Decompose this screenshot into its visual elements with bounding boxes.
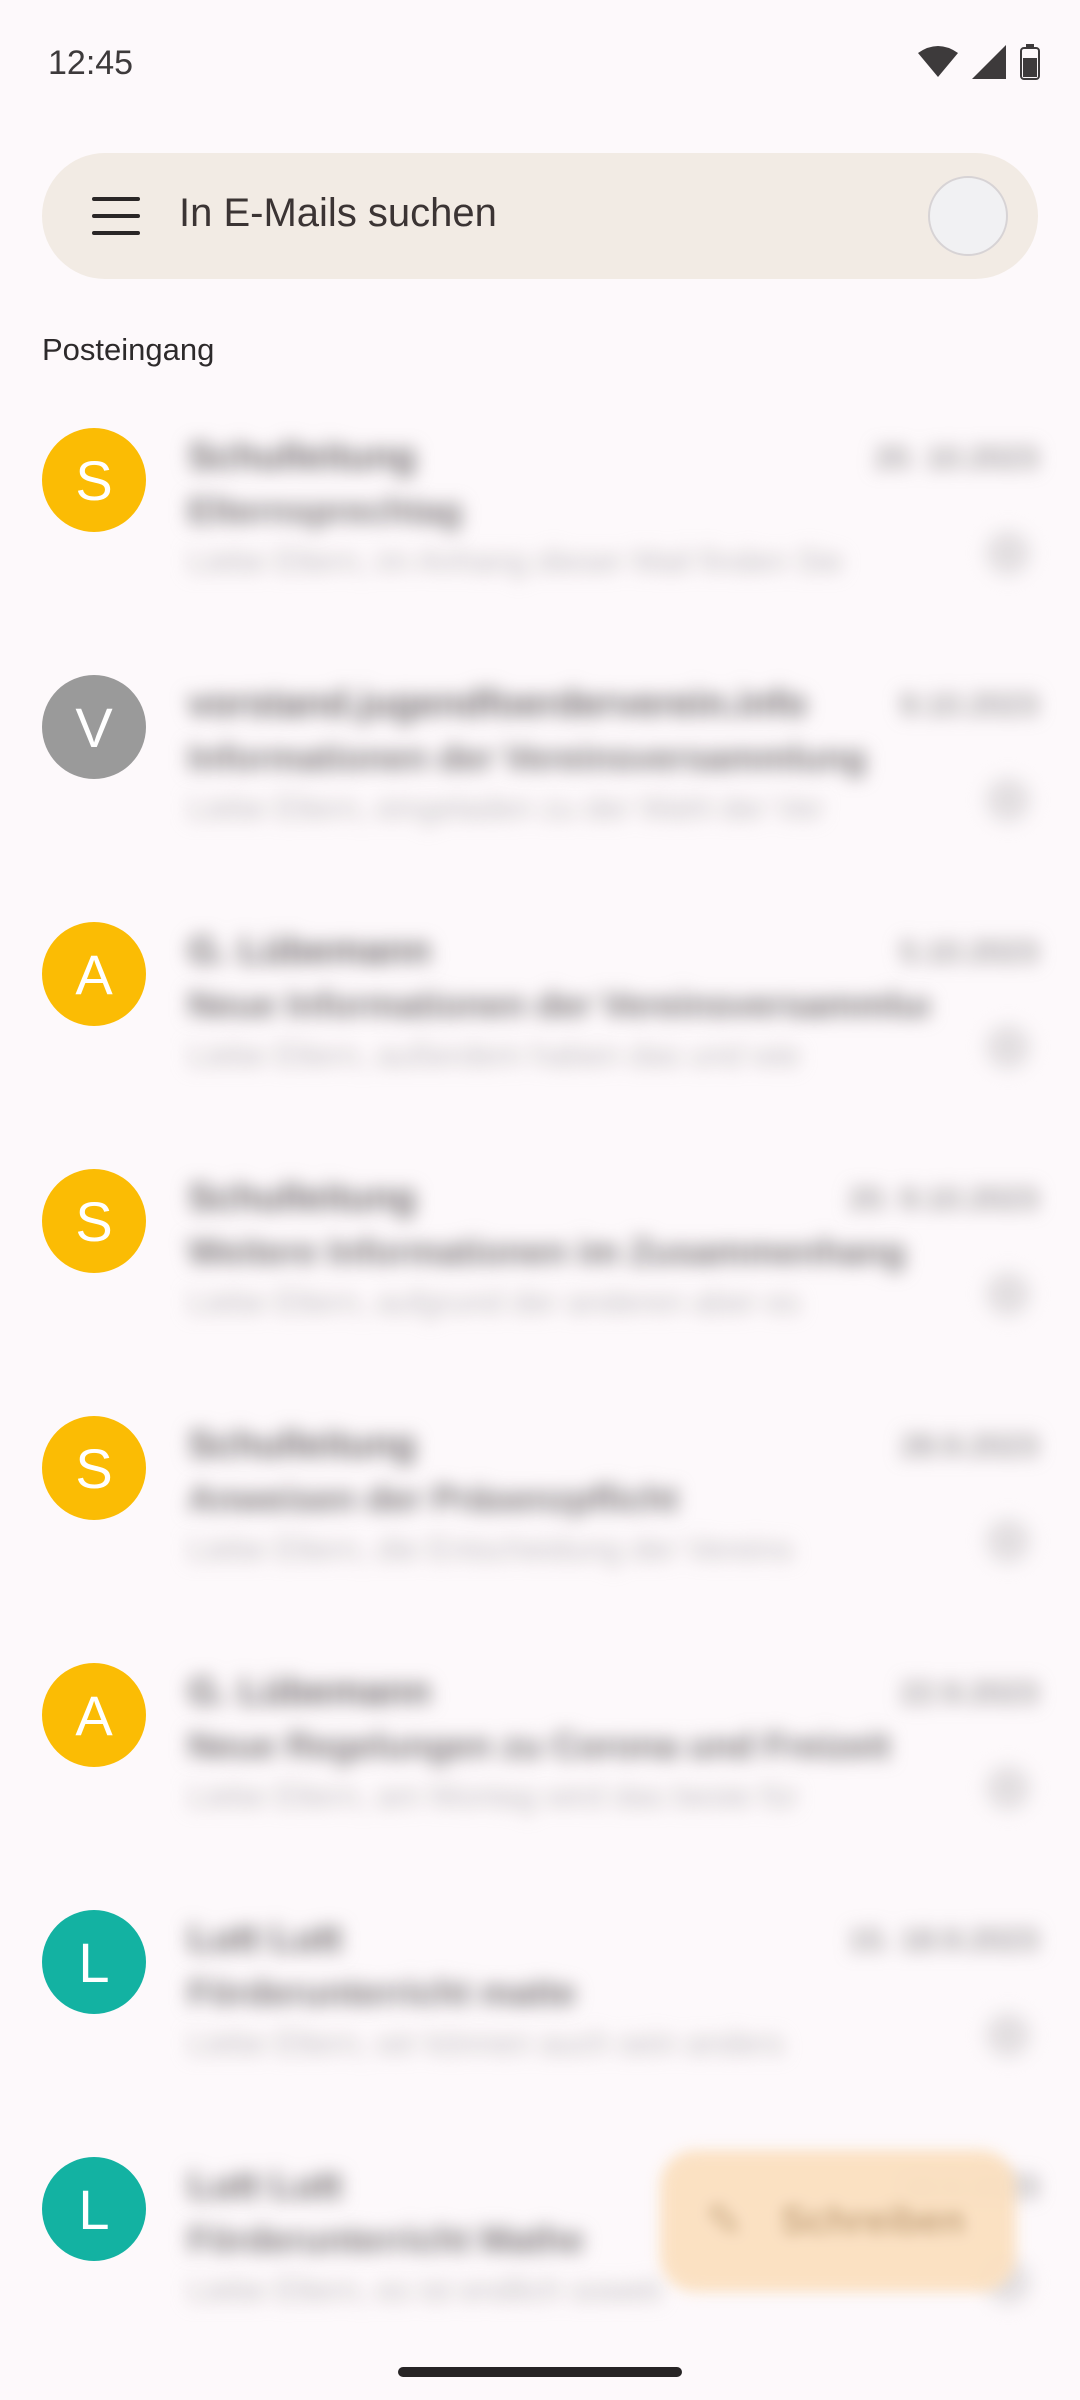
search-bar[interactable]: In E-Mails suchen xyxy=(42,153,1038,279)
mail-snippet: Liebe Eltern, eingeladen zu der Wahl der… xyxy=(188,790,824,826)
mail-subject: Anweisen der Präsenzpflicht xyxy=(188,1478,679,1519)
gesture-nav-handle[interactable] xyxy=(398,2367,682,2377)
mail-date: 22.9.2023 xyxy=(900,1675,1038,1710)
sender-avatar[interactable]: S xyxy=(42,1416,146,1520)
battery-icon xyxy=(1020,44,1040,80)
status-time: 12:45 xyxy=(48,44,134,82)
sender-avatar[interactable]: S xyxy=(42,428,146,532)
mail-snippet: Liebe Eltern, aufgrund der anderen aber … xyxy=(188,1284,800,1320)
mail-row[interactable]: A G. Lübemann 22.9.2023 Neue Regelungen … xyxy=(0,1633,1080,1880)
hamburger-menu-icon[interactable] xyxy=(92,197,140,235)
compose-button[interactable]: ✎ Schreiben xyxy=(660,2150,1016,2292)
mail-list: S Schulleitung 20. 10.2023 Elternsprecht… xyxy=(0,398,1080,2374)
mail-sender: Lutt Lutt xyxy=(188,2165,343,2207)
mail-sender: vorstand.jugendfoerderverein.info xyxy=(188,683,807,725)
mail-snippet: Liebe Eltern, die Entscheidung der Verei… xyxy=(188,1531,793,1567)
sender-avatar[interactable]: A xyxy=(42,1663,146,1767)
mail-date: 20. 9.10.2023 xyxy=(848,1181,1038,1216)
star-icon[interactable] xyxy=(986,1272,1030,1316)
section-label-inbox: Posteingang xyxy=(42,332,215,367)
mail-subject: Neue Regelungen zu Corona und Freizeit xyxy=(188,1725,891,1766)
compose-label: Schreiben xyxy=(780,2199,965,2242)
mail-row[interactable]: S Schulleitung 20. 9.10.2023 Weitere Inf… xyxy=(0,1139,1080,1386)
mail-row[interactable]: A G. Lübemann 5.10.2023 Neue Information… xyxy=(0,892,1080,1139)
mail-snippet: Liebe Eltern, wir können auch sein ander… xyxy=(188,2025,784,2061)
star-icon[interactable] xyxy=(986,1025,1030,1069)
search-input[interactable]: In E-Mails suchen xyxy=(179,191,497,236)
mail-date: 9.10.2023 xyxy=(900,687,1038,722)
mail-subject: Elternsprechtag xyxy=(188,490,463,531)
mail-row[interactable]: S Schulleitung 20. 10.2023 Elternsprecht… xyxy=(0,398,1080,645)
sender-avatar[interactable]: S xyxy=(42,1169,146,1273)
sender-avatar[interactable]: L xyxy=(42,1910,146,2014)
star-icon[interactable] xyxy=(986,1766,1030,1810)
star-icon[interactable] xyxy=(986,531,1030,575)
star-icon[interactable] xyxy=(986,778,1030,822)
star-icon[interactable] xyxy=(986,1519,1030,1563)
cell-signal-icon xyxy=(972,45,1006,79)
star-icon[interactable] xyxy=(986,2013,1030,2057)
mail-date: 28.9.2023 xyxy=(900,1428,1038,1463)
mail-row[interactable]: L Lutt Lutt 15. 18.9.2023 Förderunterric… xyxy=(0,1880,1080,2127)
mail-sender: G. Lübemann xyxy=(188,1671,431,1713)
pencil-icon: ✎ xyxy=(706,2196,743,2246)
sender-avatar[interactable]: A xyxy=(42,922,146,1026)
mail-sender: Schulleitung xyxy=(188,1424,416,1466)
mail-date: 5.10.2023 xyxy=(900,934,1038,969)
mail-date: 20. 10.2023 xyxy=(874,440,1038,475)
mail-subject: Informationen der Vereinsversammlung xyxy=(188,737,867,778)
mail-snippet: Liebe Eltern, im Anhang dieser Mail find… xyxy=(188,543,843,579)
mail-row[interactable]: V vorstand.jugendfoerderverein.info 9.10… xyxy=(0,645,1080,892)
mail-subject: Förderunterricht matte xyxy=(188,1972,577,2013)
wifi-icon xyxy=(918,46,958,77)
account-avatar[interactable] xyxy=(928,176,1008,256)
mail-subject: Weitere Informationen im Zusammenhang xyxy=(188,1231,906,1272)
status-bar: 12:45 xyxy=(0,0,1080,130)
mail-row[interactable]: S Schulleitung 28.9.2023 Anweisen der Pr… xyxy=(0,1386,1080,1633)
mail-sender: Lutt Lutt xyxy=(188,1918,343,1960)
mail-snippet: Liebe Eltern, außerdem haben das und wie xyxy=(188,1037,800,1073)
mail-sender: Schulleitung xyxy=(188,436,416,478)
sender-avatar[interactable]: L xyxy=(42,2157,146,2261)
mail-subject: Neue Informationen der Vereinsversammlun… xyxy=(188,984,928,1025)
status-icons xyxy=(918,44,1040,80)
mail-sender: G. Lübemann xyxy=(188,930,431,972)
sender-avatar[interactable]: V xyxy=(42,675,146,779)
mail-sender: Schulleitung xyxy=(188,1177,416,1219)
mail-snippet: Liebe Eltern, am Montag wird das beste f… xyxy=(188,1778,799,1814)
mail-date: 15. 18.9.2023 xyxy=(848,1922,1038,1957)
